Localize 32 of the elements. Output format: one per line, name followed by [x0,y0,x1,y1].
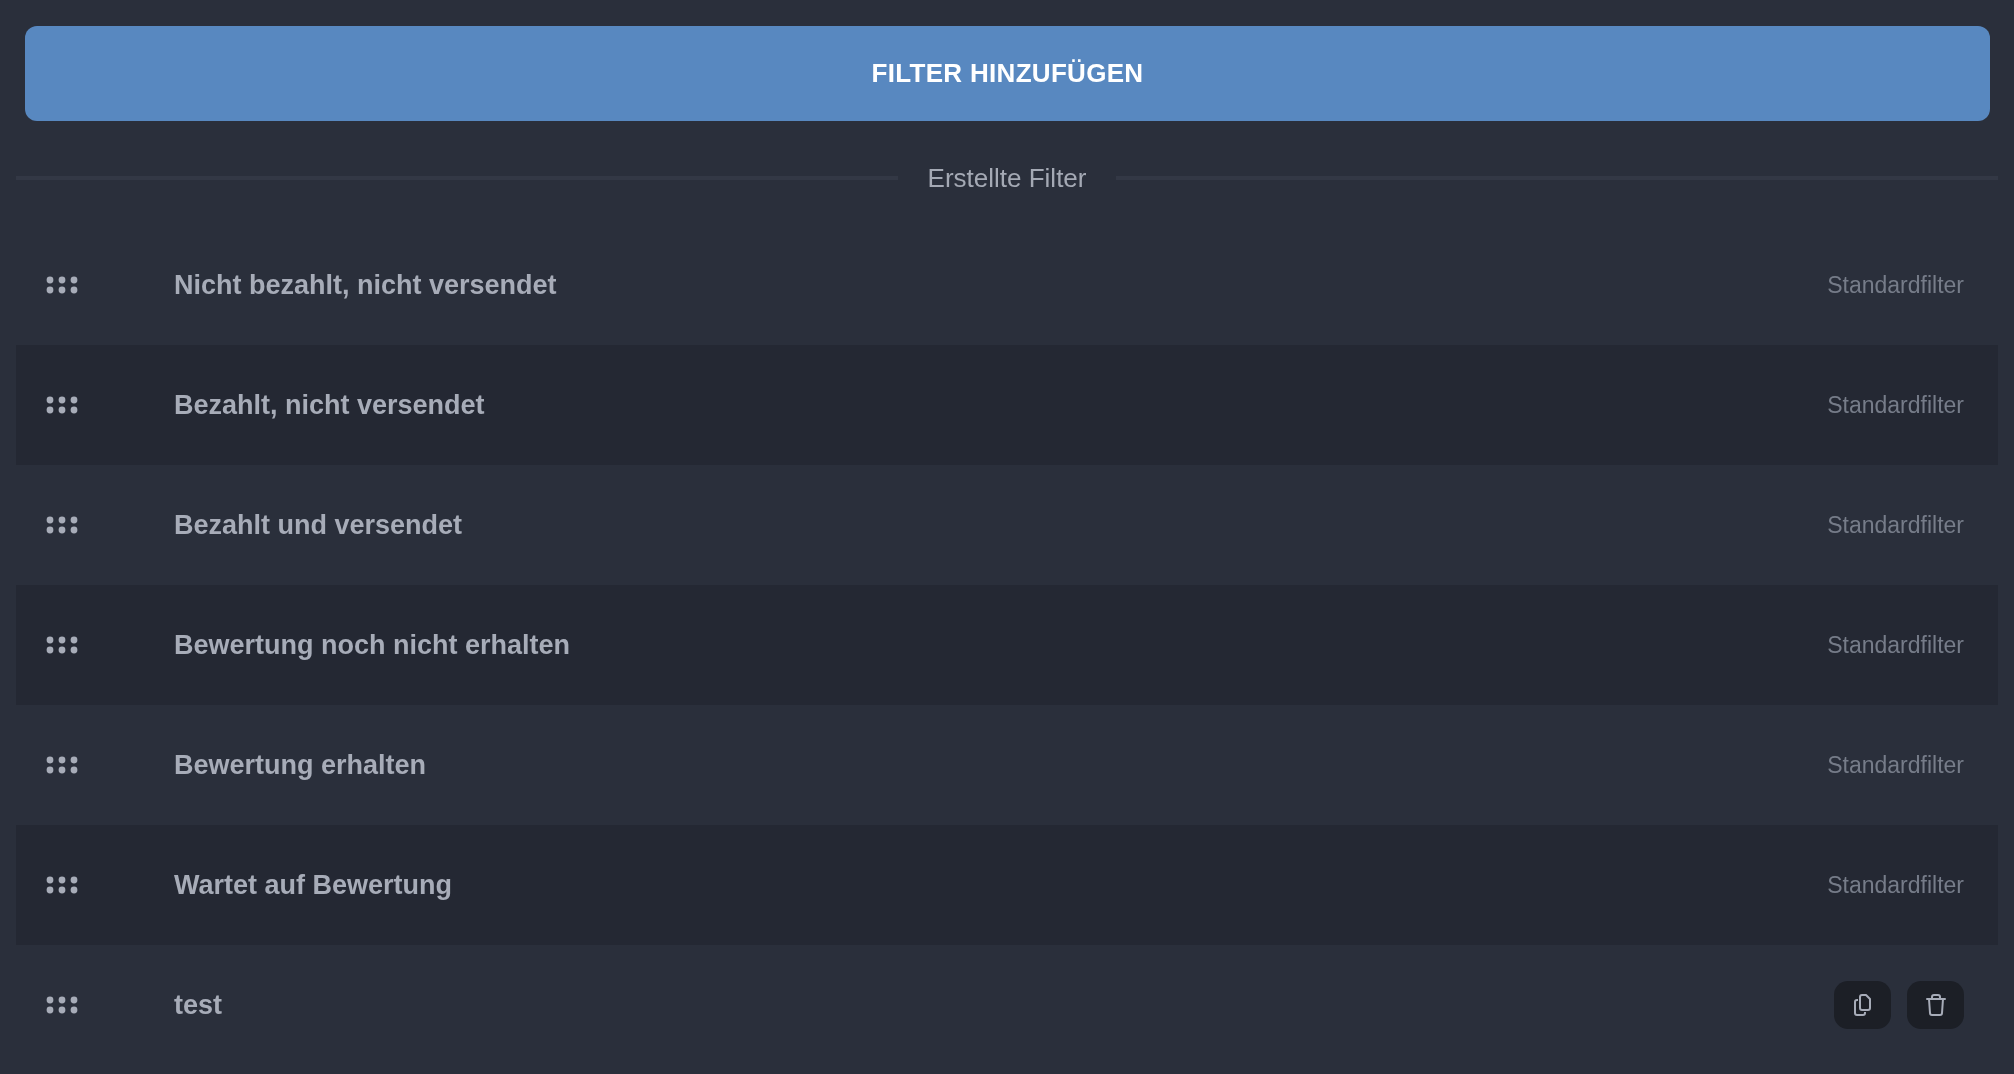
drag-handle-icon[interactable] [46,516,78,534]
filter-row[interactable]: Bewertung erhalten Standardfilter [16,705,1998,825]
filter-name: Bewertung erhalten [174,749,428,781]
trash-icon [1923,993,1948,1017]
filter-name: Wartet auf Bewertung [174,869,453,901]
delete-button[interactable] [1907,981,1964,1029]
drag-handle-icon[interactable] [46,396,78,414]
add-filter-button[interactable]: FILTER HINZUFÜGEN [25,26,1990,121]
drag-handle-icon[interactable] [46,276,78,294]
filter-name: Bezahlt, nicht versendet [174,389,486,421]
filter-tag: Standardfilter [1827,871,1964,899]
filter-tag: Standardfilter [1827,391,1964,419]
filter-name: Bewertung noch nicht erhalten [174,629,572,661]
copy-button[interactable] [1834,981,1891,1029]
drag-handle-icon[interactable] [46,636,78,654]
filter-name: Bezahlt und versendet [174,509,464,541]
filter-name: Nicht bezahlt, nicht versendet [174,269,558,301]
section-title: Erstellte Filter [927,162,1087,194]
filter-tag: Standardfilter [1827,631,1964,659]
drag-handle-icon[interactable] [46,996,78,1014]
drag-handle-icon[interactable] [46,756,78,774]
filter-row[interactable]: Bewertung noch nicht erhalten Standardfilter [16,585,1998,705]
filter-row[interactable]: Nicht bezahlt, nicht versendet Standardfilter [16,225,1998,345]
filter-row[interactable]: Bezahlt und versendet Standardfilter [16,465,1998,585]
filter-row[interactable]: Bezahlt, nicht versendet Standardfilter [16,345,1998,465]
filter-tag: Standardfilter [1827,271,1964,299]
filter-name: test [174,989,223,1021]
filter-row[interactable]: Wartet auf Bewertung Standardfilter [16,825,1998,945]
drag-handle-icon[interactable] [46,876,78,894]
filter-tag: Standardfilter [1827,511,1964,539]
filter-row[interactable]: test [16,945,1998,1065]
filter-tag: Standardfilter [1827,751,1964,779]
